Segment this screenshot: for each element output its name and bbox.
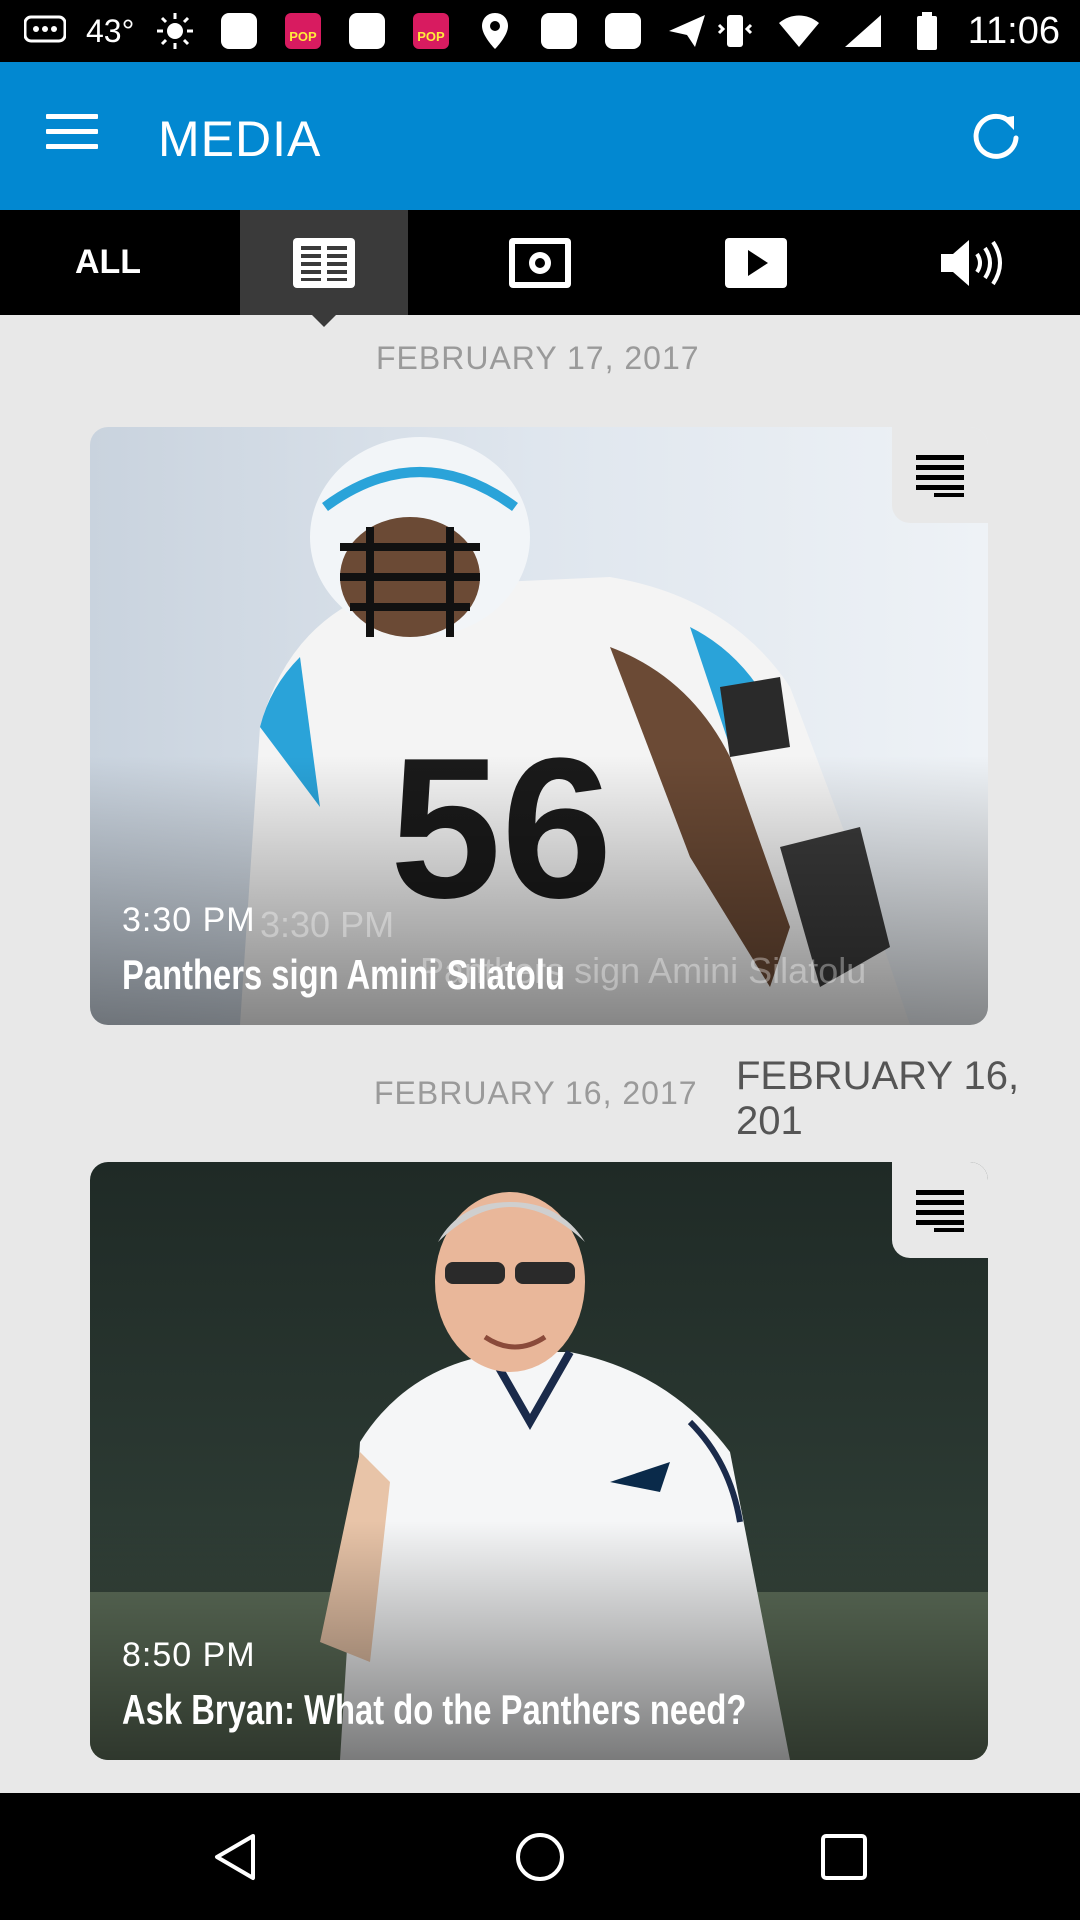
photos-icon [509,237,571,288]
article-type-badge [892,1162,988,1258]
recents-icon[interactable] [784,1793,904,1920]
app-bar: MEDIA [0,62,1080,210]
tab-all-label: ALL [74,243,142,281]
location-pin-icon [472,11,518,51]
back-icon[interactable] [176,1793,296,1920]
article-card[interactable]: 8:50 PM Ask Bryan: What do the Panthers … [90,1162,988,1760]
chat-bubble-icon [22,11,68,51]
date-header: FEBRUARY 16, 2017 [374,1075,698,1111]
wifi-icon [776,11,822,51]
weather-sun-icon [152,11,198,51]
svg-text:POP: POP [418,29,446,44]
home-icon[interactable] [480,1793,600,1920]
app-square-icon [600,11,646,51]
article-type-badge [892,427,988,523]
tab-videos[interactable] [666,210,846,315]
pop-app-icon: POP [408,11,454,51]
audio-icon [941,239,1002,286]
signal-icon [840,11,886,51]
tab-photos[interactable] [450,210,630,315]
refresh-icon[interactable] [964,104,1028,168]
article-card[interactable]: 56 3:30 PM Panthers sign Amini Silatolu … [90,427,988,1025]
tab-articles[interactable] [240,210,408,315]
article-time: 8:50 PM [122,1636,256,1674]
article-time: 3:30 PM [122,901,256,939]
videos-icon [725,237,787,288]
date-header: FEBRUARY 17, 2017 [376,340,700,376]
app-square-icon [536,11,582,51]
selected-tab-pointer [312,315,336,327]
ghost-time-overlay: 3:30 PM [260,904,395,945]
app-square-icon [344,11,390,51]
battery-icon [904,11,950,51]
media-type-tabs: ALL [0,210,1080,315]
send-icon [664,11,710,51]
ghost-date-overlay: FEBRUARY 16, 201 [736,1054,1020,1143]
vibrate-icon [712,11,758,51]
system-nav-bar [0,1793,1080,1920]
app-square-icon [216,11,262,51]
article-title: Ask Bryan: What do the Panthers need? [122,1686,747,1733]
tab-all[interactable]: ALL [0,210,216,315]
article-lines-icon [916,1190,964,1232]
article-lines-icon [916,455,964,497]
clock-time: 11:06 [967,9,1060,52]
svg-text:POP: POP [290,29,318,44]
article-title: Panthers sign Amini Silatolu [122,951,565,998]
hamburger-menu-icon[interactable] [46,114,98,154]
pop-app-icon: POP [280,11,326,51]
temperature-text: 43° [86,12,135,49]
page-title: MEDIA [158,111,322,167]
articles-icon [293,237,355,288]
tab-audio[interactable] [882,210,1062,315]
status-bar: 43° POP POP 11:06 [0,0,1080,62]
